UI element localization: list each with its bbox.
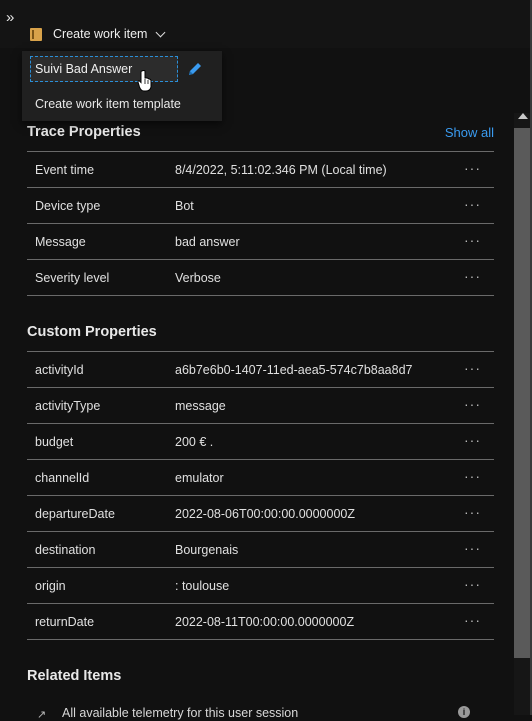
create-work-item-label: Create work item bbox=[53, 27, 148, 41]
table-row: channelId emulator ··· bbox=[27, 460, 494, 496]
table-row: departureDate 2022-08-06T00:00:00.000000… bbox=[27, 496, 494, 532]
menu-item-create-template[interactable]: Create work item template bbox=[35, 97, 181, 111]
property-name: departureDate bbox=[35, 506, 115, 521]
property-name: Message bbox=[35, 234, 86, 249]
menu-item-label: Suivi Bad Answer bbox=[35, 62, 133, 76]
trace-properties-title: Trace Properties bbox=[27, 124, 141, 140]
table-row: Event time 8/4/2022, 5:11:02.346 PM (Loc… bbox=[27, 152, 494, 188]
menu-item-suivi-bad-answer[interactable]: Suivi Bad Answer bbox=[30, 56, 178, 82]
property-value: Bourgenais bbox=[175, 542, 239, 557]
table-row: Message bad answer ··· bbox=[27, 224, 494, 260]
table-row: activityType message ··· bbox=[27, 388, 494, 424]
expand-icon[interactable]: » bbox=[6, 9, 14, 27]
property-value: emulator bbox=[175, 470, 224, 485]
property-name: activityType bbox=[35, 398, 101, 413]
property-value: : toulouse bbox=[175, 578, 230, 593]
info-icon[interactable]: i bbox=[458, 706, 470, 718]
property-name: destination bbox=[35, 542, 96, 557]
chevron-down-icon bbox=[156, 27, 166, 37]
more-options-icon[interactable]: ··· bbox=[464, 160, 481, 176]
property-value: Verbose bbox=[175, 270, 221, 285]
custom-properties-table: activityId a6b7e6b0-1407-11ed-aea5-574c7… bbox=[27, 351, 494, 640]
more-options-icon[interactable]: ··· bbox=[464, 504, 481, 520]
property-value: 2022-08-06T00:00:00.0000000Z bbox=[175, 506, 356, 521]
property-name: returnDate bbox=[35, 614, 95, 629]
property-name: Severity level bbox=[35, 270, 110, 285]
table-row: Device type Bot ··· bbox=[27, 188, 494, 224]
property-value: 200 € . bbox=[175, 434, 214, 449]
property-value: message bbox=[175, 398, 226, 413]
property-value: bad answer bbox=[175, 234, 240, 249]
property-value: 8/4/2022, 5:11:02.346 PM (Local time) bbox=[175, 162, 387, 177]
work-item-dropdown-menu: Suivi Bad Answer Create work item templa… bbox=[22, 51, 222, 121]
more-options-icon[interactable]: ··· bbox=[464, 196, 481, 212]
more-options-icon[interactable]: ··· bbox=[464, 396, 481, 412]
more-options-icon[interactable]: ··· bbox=[464, 468, 481, 484]
table-row: destination Bourgenais ··· bbox=[27, 532, 494, 568]
trace-properties-table: Event time 8/4/2022, 5:11:02.346 PM (Loc… bbox=[27, 151, 494, 296]
table-row: returnDate 2022-08-11T00:00:00.0000000Z … bbox=[27, 604, 494, 640]
book-icon bbox=[30, 27, 42, 41]
related-items-title: Related Items bbox=[27, 668, 122, 684]
property-value: Bot bbox=[175, 198, 194, 213]
property-name: Event time bbox=[35, 162, 95, 177]
more-options-icon[interactable]: ··· bbox=[464, 612, 481, 628]
related-item-label: All available telemetry for this user se… bbox=[62, 706, 299, 720]
more-options-icon[interactable]: ··· bbox=[464, 540, 481, 556]
table-row: origin : toulouse ··· bbox=[27, 568, 494, 604]
more-options-icon[interactable]: ··· bbox=[464, 432, 481, 448]
property-name: activityId bbox=[35, 362, 84, 377]
custom-properties-title: Custom Properties bbox=[27, 324, 157, 340]
create-work-item-button[interactable]: Create work item bbox=[30, 24, 166, 44]
more-options-icon[interactable]: ··· bbox=[464, 232, 481, 248]
property-name: channelId bbox=[35, 470, 90, 485]
more-options-icon[interactable]: ··· bbox=[464, 268, 481, 284]
hand-pointer-icon bbox=[137, 70, 152, 92]
property-value: a6b7e6b0-1407-11ed-aea5-574c7b8aa8d7 bbox=[175, 362, 413, 377]
table-row: Severity level Verbose ··· bbox=[27, 260, 494, 296]
more-options-icon[interactable]: ··· bbox=[464, 360, 481, 376]
related-item[interactable]: ↗ All available telemetry for this user … bbox=[27, 700, 494, 721]
table-row: budget 200 € . ··· bbox=[27, 424, 494, 460]
property-value: 2022-08-11T00:00:00.0000000Z bbox=[175, 614, 355, 629]
scroll-up-arrow-icon[interactable] bbox=[518, 113, 528, 119]
toolbar: » Create work item bbox=[0, 0, 532, 48]
property-name: Device type bbox=[35, 198, 101, 213]
table-row: activityId a6b7e6b0-1407-11ed-aea5-574c7… bbox=[27, 352, 494, 388]
property-name: budget bbox=[35, 434, 74, 449]
pencil-icon[interactable] bbox=[185, 59, 205, 79]
show-all-link[interactable]: Show all bbox=[445, 125, 494, 140]
more-options-icon[interactable]: ··· bbox=[464, 576, 481, 592]
property-name: origin bbox=[35, 578, 66, 593]
